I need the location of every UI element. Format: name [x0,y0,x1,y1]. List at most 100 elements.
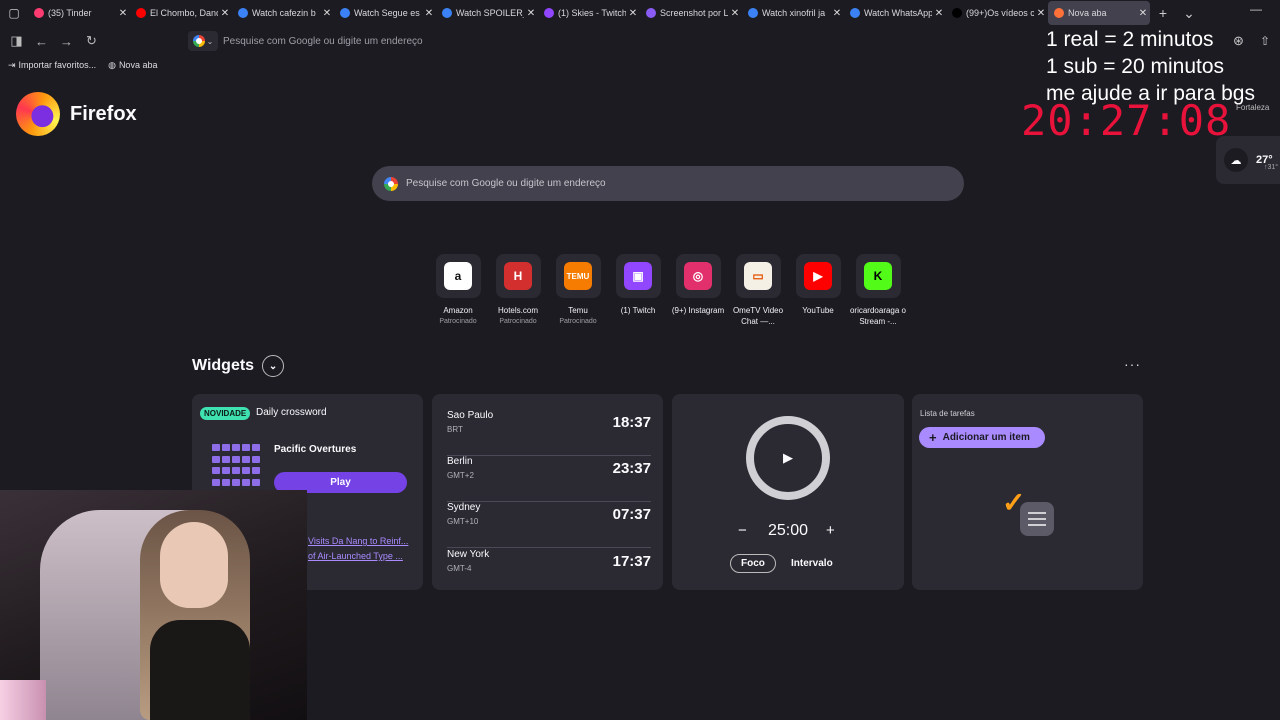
shortcut-tile[interactable]: ▣ (1) Twitch [608,254,668,327]
widgets-title: Widgets ⌄ [192,355,285,377]
weather-widget[interactable]: ☁ 27° ↑31° [1216,136,1280,184]
tab-favicon-icon [136,8,146,18]
shortcut-icon: ▭ [744,262,772,290]
account-icon[interactable]: ⊛ [1233,33,1244,49]
tab[interactable]: Watch xinofril ja ✕ [742,1,844,25]
checkmark-icon: ✓ [1002,487,1026,518]
shortcut-name: Temu [568,306,588,315]
tab[interactable]: (99+)Os vídeos c ✕ [946,1,1048,25]
news-link[interactable]: Visits Da Nang to Reinf... of Air-Launch… [308,534,408,564]
shortcut-tile[interactable]: a Amazon Patrocinado [428,254,488,327]
back-button[interactable]: ← [29,28,54,54]
overlay-line-2: 1 sub = 20 minutos [1046,55,1225,78]
reload-button[interactable]: ↻ [79,28,104,54]
shortcut-tile-box: ▣ [615,254,661,298]
shortcut-tile[interactable]: ▭ OmeTV Video Chat —... [728,254,788,327]
streamer-body [150,620,250,720]
close-tab-icon[interactable]: ✕ [1136,8,1150,19]
play-icon: ▶ [783,450,793,465]
tab[interactable]: Nova aba ✕ [1048,1,1150,25]
shortcut-tile-box: a [435,254,481,298]
tab-title: Screenshot por L [660,8,728,18]
streamer-face [160,522,228,608]
tab-favicon-icon [952,8,962,18]
shortcut-icon: a [444,262,472,290]
close-tab-icon[interactable]: ✕ [1034,8,1048,19]
ring-light [0,680,46,720]
bookmark-import[interactable]: ⇥ Importar favoritos... [8,60,96,71]
minimize-button[interactable]: — [1250,2,1262,16]
shortcut-tile[interactable]: ◎ (9+) Instagram [668,254,728,327]
more-options-icon[interactable]: ··· [1124,356,1141,372]
import-icon: ⇥ [8,59,16,70]
tab-favicon-icon [748,8,758,18]
shortcut-label: Hotels.com Patrocinado [488,305,548,327]
tab-title: (99+)Os vídeos c [966,8,1034,18]
new-tab-button[interactable]: + [1150,5,1176,21]
tabs-container: (35) Tinder✕El Chombo, Dancing✕Watch caf… [28,1,1150,25]
task-list-title: Lista de tarefas [920,409,975,418]
timer-decrease-button[interactable]: − [738,522,747,539]
timer-increase-button[interactable]: + [826,522,835,539]
tab[interactable]: Screenshot por L ✕ [640,1,742,25]
sidebar-toggle-icon[interactable]: ◨ [4,28,29,54]
tab[interactable]: (1) Skies - Twitch ✕ [538,1,640,25]
close-tab-icon[interactable]: ✕ [830,8,844,19]
shortcut-tile[interactable]: ▶ YouTube [788,254,848,327]
shortcut-tile-box: ▭ [735,254,781,298]
shortcut-icon: ◎ [684,262,712,290]
shortcut-name: Amazon [443,306,473,315]
tab[interactable]: Watch WhatsApp ✕ [844,1,946,25]
tab-list-icon[interactable]: ▢ [0,0,28,26]
close-tab-icon[interactable]: ✕ [422,8,436,19]
close-tab-icon[interactable]: ✕ [728,8,742,19]
close-tab-icon[interactable]: ✕ [320,8,334,19]
shortcut-icon: TEMU [564,262,592,290]
globe-icon: ◍ [108,59,116,70]
shortcut-name: YouTube [802,306,834,315]
break-mode-button[interactable]: Intervalo [791,558,833,569]
tab[interactable]: (35) Tinder ✕ [28,1,130,25]
sponsored-label: Patrocinado [559,318,597,325]
close-tab-icon[interactable]: ✕ [932,8,946,19]
tab[interactable]: El Chombo, Dancing✕ [130,1,232,25]
tab[interactable]: Watch Segue es ✕ [334,1,436,25]
chevron-down-icon[interactable]: ⌄ [262,355,285,377]
tab-title: Watch xinofril ja [762,8,826,18]
clock-time: 07:37 [612,506,651,523]
url-bar[interactable]: ⌄ Pesquise com Google ou digite um ender… [188,31,1028,51]
focus-mode-button[interactable]: Foco [730,554,776,573]
close-tab-icon[interactable]: ✕ [116,8,130,19]
close-tab-icon[interactable]: ✕ [626,8,640,19]
close-tab-icon[interactable]: ✕ [218,8,232,19]
forward-button[interactable]: → [54,28,79,54]
tab[interactable]: Watch SPOILER_ ✕ [436,1,538,25]
world-clock-widget: Sao Paulo BRT 18:37 Berlin GMT+2 23:37 S… [432,394,663,590]
timer-start-button[interactable]: ▶ [746,416,830,500]
add-task-button[interactable]: + Adicionar um item [919,427,1045,448]
puzzle-name: Pacific Overtures [274,444,357,455]
shortcut-icon: H [504,262,532,290]
clock-row: Berlin GMT+2 23:37 [447,456,651,502]
shortcut-tile[interactable]: H Hotels.com Patrocinado [488,254,548,327]
tab-overflow-chevron-icon[interactable]: ⌄ [1176,5,1202,22]
news-line: of Air-Launched Type ... [308,551,403,561]
close-tab-icon[interactable]: ✕ [524,8,538,19]
search-input[interactable]: Pesquise com Google ou digite um endereç… [372,166,964,201]
tab-title: Watch Segue es [354,8,420,18]
bookmark-new-tab[interactable]: ◍ Nova aba [108,60,157,71]
clock-row: Sydney GMT+10 07:37 [447,502,651,548]
stream-clock: 20:27:08 [1021,96,1232,145]
shortcut-icon: K [864,262,892,290]
tab-title: Watch SPOILER_ [456,8,524,18]
shortcut-tile[interactable]: Koricardoaraga o Stream -... [848,254,908,327]
shortcut-name: (9+) Instagram [671,306,725,315]
shortcut-tile[interactable]: TEMU Temu Patrocinado [548,254,608,327]
tab-favicon-icon [442,8,452,18]
weather-location: Fortaleza [1236,103,1270,112]
tab[interactable]: Watch cafezin b ✕ [232,1,334,25]
shortcut-label: oricardoaraga o Stream -... [848,305,908,327]
search-engine-selector[interactable]: ⌄ [188,31,218,51]
extensions-icon[interactable]: ⇧ [1260,34,1270,48]
timer-value: 25:00 [768,522,809,539]
